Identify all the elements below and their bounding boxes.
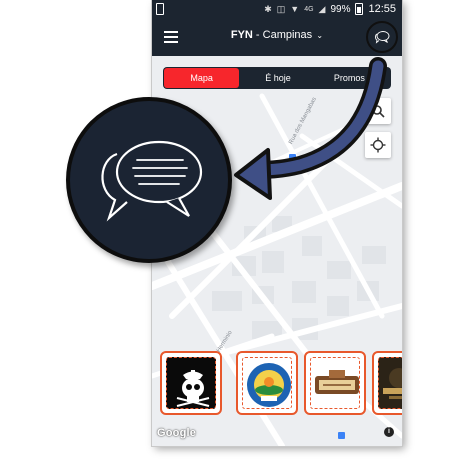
my-location-button[interactable] [365,132,391,158]
google-attribution: Google [157,427,197,439]
signal-icon: ◢ [318,3,326,14]
battery-percent: 99% [330,3,351,15]
chat-callout-magnified [66,97,232,263]
crosshair-icon [370,137,386,153]
info-icon[interactable]: i [384,427,394,437]
tab-e-hoje[interactable]: É hoje [240,67,315,89]
battery-icon [355,3,364,15]
venue-card-skull[interactable] [160,351,222,415]
clock: 12:55 [368,3,396,15]
skull-logo [176,370,210,407]
wifi-icon: ▼ [290,4,300,14]
vibrate-icon: ◫ [276,3,286,14]
app-bar: FYN - Campinas ⌄ [152,18,402,56]
sd-card-icon [156,3,164,15]
venue-card-cervejaria[interactable] [372,351,402,415]
chat-button[interactable] [366,21,398,53]
city-selector[interactable]: FYN - Campinas ⌄ [152,29,402,41]
chat-bubbles-large-icon [101,140,203,222]
status-bar: ✱ ◫ ▼ 4G ◢ 99% 12:55 [152,0,402,18]
venue-card-bar-do-carlao[interactable] [236,351,298,415]
chat-bubbles-icon [375,31,390,44]
app-name: FYN [230,29,253,41]
search-icon [372,105,385,118]
cervejaria-logo [383,368,402,399]
tab-promos[interactable]: Promos F [316,67,391,89]
map-search-button[interactable] [365,98,391,124]
vidalinha-logo [315,370,359,394]
network-type: 4G [304,5,314,13]
venue-card-vidalinha[interactable] [304,351,366,415]
bluetooth-icon: ✱ [264,3,272,14]
tab-bar: Mapa É hoje Promos F [163,67,391,89]
city-name: - Campinas [252,29,313,41]
bar-do-carlao-logo [247,363,291,407]
chevron-down-icon: ⌄ [314,31,324,40]
tab-mapa[interactable]: Mapa [164,68,240,88]
